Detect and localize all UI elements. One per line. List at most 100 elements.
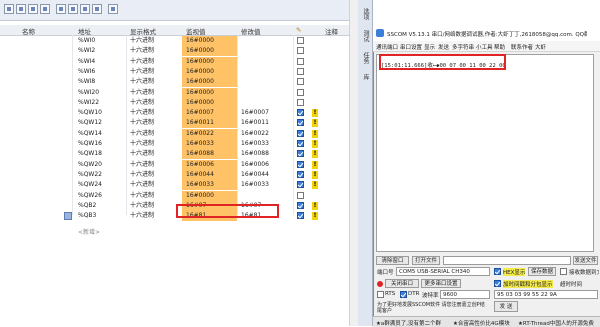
- modify-value-cell[interactable]: 16#0006: [241, 160, 291, 170]
- send-file-button[interactable]: 发送文件: [573, 256, 598, 265]
- modify-checkbox[interactable]: [297, 119, 304, 127]
- menu-item[interactable]: 帮助: [494, 43, 505, 51]
- modify-checkbox[interactable]: [297, 98, 304, 106]
- table-row[interactable]: %WI22 十六进制 16#0000: [0, 97, 357, 108]
- modify-value-cell[interactable]: [241, 88, 291, 98]
- send-input[interactable]: 95 03 03 99 55 22 9A: [494, 290, 598, 299]
- table-row[interactable]: %QW20 十六进制 16#0006 16#0006!: [0, 159, 357, 170]
- table-row[interactable]: %QW22 十六进制 16#0044 16#0044!: [0, 169, 357, 180]
- side-tab[interactable]: 任务: [360, 52, 370, 64]
- side-tab[interactable]: 选项: [360, 8, 370, 20]
- dtr-checkbox[interactable]: [400, 291, 407, 298]
- table-row[interactable]: %WI20 十六进制 16#0000: [0, 87, 357, 98]
- table-row[interactable]: %WI4 十六进制 16#0000: [0, 56, 357, 67]
- menu-item[interactable]: 通讯端口: [376, 43, 398, 51]
- side-tab[interactable]: 测试: [360, 30, 370, 42]
- menu-item[interactable]: 发送: [438, 43, 449, 51]
- table-row[interactable]: %QW10 十六进制 16#0007 16#0007!: [0, 108, 357, 119]
- file-path-field[interactable]: [443, 256, 571, 265]
- close-port-button[interactable]: 关闭串口: [385, 279, 419, 288]
- modify-value-cell[interactable]: [241, 46, 291, 56]
- modify-checkbox[interactable]: [297, 150, 304, 158]
- side-tab[interactable]: 库: [360, 74, 370, 80]
- pencil-icon: ✎: [296, 26, 302, 34]
- send-button[interactable]: 发 送: [494, 301, 518, 312]
- modify-value-cell[interactable]: [241, 67, 291, 77]
- modify-checkbox[interactable]: [297, 129, 304, 137]
- table-row[interactable]: %QW26 十六进制 16#0000: [0, 190, 357, 201]
- toolbar-icon-1[interactable]: [4, 4, 14, 14]
- modify-checkbox[interactable]: [297, 181, 304, 189]
- baud-select[interactable]: 9600: [440, 290, 490, 299]
- modify-checkbox[interactable]: [297, 201, 304, 209]
- modify-value-cell[interactable]: 16#0033: [241, 180, 291, 190]
- row-selector-icon[interactable]: [64, 212, 72, 221]
- modify-checkbox[interactable]: [297, 109, 304, 117]
- save-data-button[interactable]: 保存数据: [528, 267, 556, 276]
- hex-display-checkbox[interactable]: [494, 268, 501, 275]
- table-row[interactable]: %QW16 十六进制 16#0033 16#0033!: [0, 139, 357, 149]
- header-monitor-value: 监视值: [186, 28, 206, 36]
- modify-checkbox[interactable]: [297, 37, 304, 44]
- table-row[interactable]: %WI0 十六进制 16#0000: [0, 36, 357, 46]
- rts-checkbox[interactable]: [377, 291, 384, 298]
- modify-value-cell[interactable]: 16#0044: [241, 170, 291, 180]
- timestamp-checkbox[interactable]: [494, 280, 501, 287]
- modify-checkbox[interactable]: [297, 57, 304, 65]
- clear-window-button[interactable]: 清除窗口: [376, 256, 409, 265]
- table-row[interactable]: %QW12 十六进制 16#0011 16#0011!: [0, 118, 357, 129]
- menu-item[interactable]: 多字符串: [452, 43, 474, 51]
- modify-value-cell[interactable]: 16#0022: [241, 129, 291, 139]
- warning-icon: !: [312, 119, 318, 128]
- add-new-row[interactable]: <新增>: [78, 227, 100, 236]
- menu-item[interactable]: 大虾: [535, 43, 546, 51]
- table-row[interactable]: %WI2 十六进制 16#0000: [0, 46, 357, 57]
- left-scrollbar[interactable]: [349, 0, 358, 326]
- modify-value-cell[interactable]: 16#0007: [241, 108, 291, 118]
- modify-value-cell[interactable]: [241, 98, 291, 108]
- table-row[interactable]: %WI6 十六进制 16#0000: [0, 66, 357, 77]
- modify-checkbox[interactable]: [297, 160, 304, 168]
- menu-item[interactable]: 联系作者: [511, 43, 533, 51]
- modify-checkbox[interactable]: [297, 140, 304, 147]
- table-row[interactable]: %WI8 十六进制 16#0000: [0, 77, 357, 88]
- toolbar-icon-4[interactable]: [40, 4, 50, 14]
- modify-value-cell[interactable]: 16#0088: [241, 149, 291, 159]
- modify-checkbox[interactable]: [297, 191, 304, 199]
- format-cell: 十六进制: [130, 201, 155, 209]
- modify-checkbox[interactable]: [297, 212, 304, 220]
- modify-checkbox[interactable]: [297, 78, 304, 86]
- receive-area[interactable]: [15:01:11.666]收←◆00 07 00 11 00 22 00: [376, 54, 594, 252]
- modify-value-cell[interactable]: [241, 57, 291, 67]
- menu-item[interactable]: 小工具: [476, 43, 493, 51]
- format-cell: 十六进制: [130, 191, 155, 199]
- table-row[interactable]: %QW18 十六进制 16#0088 16#0088!: [0, 149, 357, 160]
- toolbar-icon-6[interactable]: [68, 4, 78, 14]
- modify-checkbox[interactable]: [297, 170, 304, 178]
- port-select[interactable]: COM5 USB-SERIAL CH340: [396, 267, 490, 276]
- modify-checkbox[interactable]: [297, 88, 304, 96]
- toolbar-icon-2[interactable]: [16, 4, 26, 14]
- toolbar-icon-9[interactable]: [108, 4, 118, 14]
- modify-value-cell[interactable]: 16#0011: [241, 118, 291, 128]
- menu-item[interactable]: 串口设置: [400, 43, 422, 51]
- modify-checkbox[interactable]: [297, 67, 304, 75]
- toolbar-icon-7[interactable]: [80, 4, 90, 14]
- toolbar-icon-5[interactable]: [56, 4, 66, 14]
- modify-value-cell[interactable]: [241, 77, 291, 87]
- modify-value-cell[interactable]: [241, 36, 291, 46]
- modify-value-cell[interactable]: [241, 191, 291, 201]
- monitor-value-cell: 16#0088: [182, 149, 237, 160]
- menu-item[interactable]: 显示: [424, 43, 435, 51]
- toolbar-icon-8[interactable]: [92, 4, 102, 14]
- more-settings-button[interactable]: 更多串口设置: [421, 279, 461, 288]
- toolbar-icon-3[interactable]: [28, 4, 38, 14]
- table-row[interactable]: %QW14 十六进制 16#0022 16#0022!: [0, 128, 357, 139]
- open-file-button[interactable]: 打开文件: [412, 256, 440, 265]
- table-row[interactable]: %QW24 十六进制 16#0033 16#0033!: [0, 180, 357, 191]
- promo-text: 为了更好地发展SSCOM软件 请您注册嘉立创P结尾客户: [377, 302, 485, 314]
- sscom-titlebar: SSCOM V5.13.1 串口/网络数据调试器,作者:大虾丁丁,2618058…: [373, 26, 600, 42]
- modify-value-cell[interactable]: 16#0033: [241, 139, 291, 149]
- modify-checkbox[interactable]: [297, 47, 304, 55]
- recv-to-file-checkbox[interactable]: [560, 268, 567, 275]
